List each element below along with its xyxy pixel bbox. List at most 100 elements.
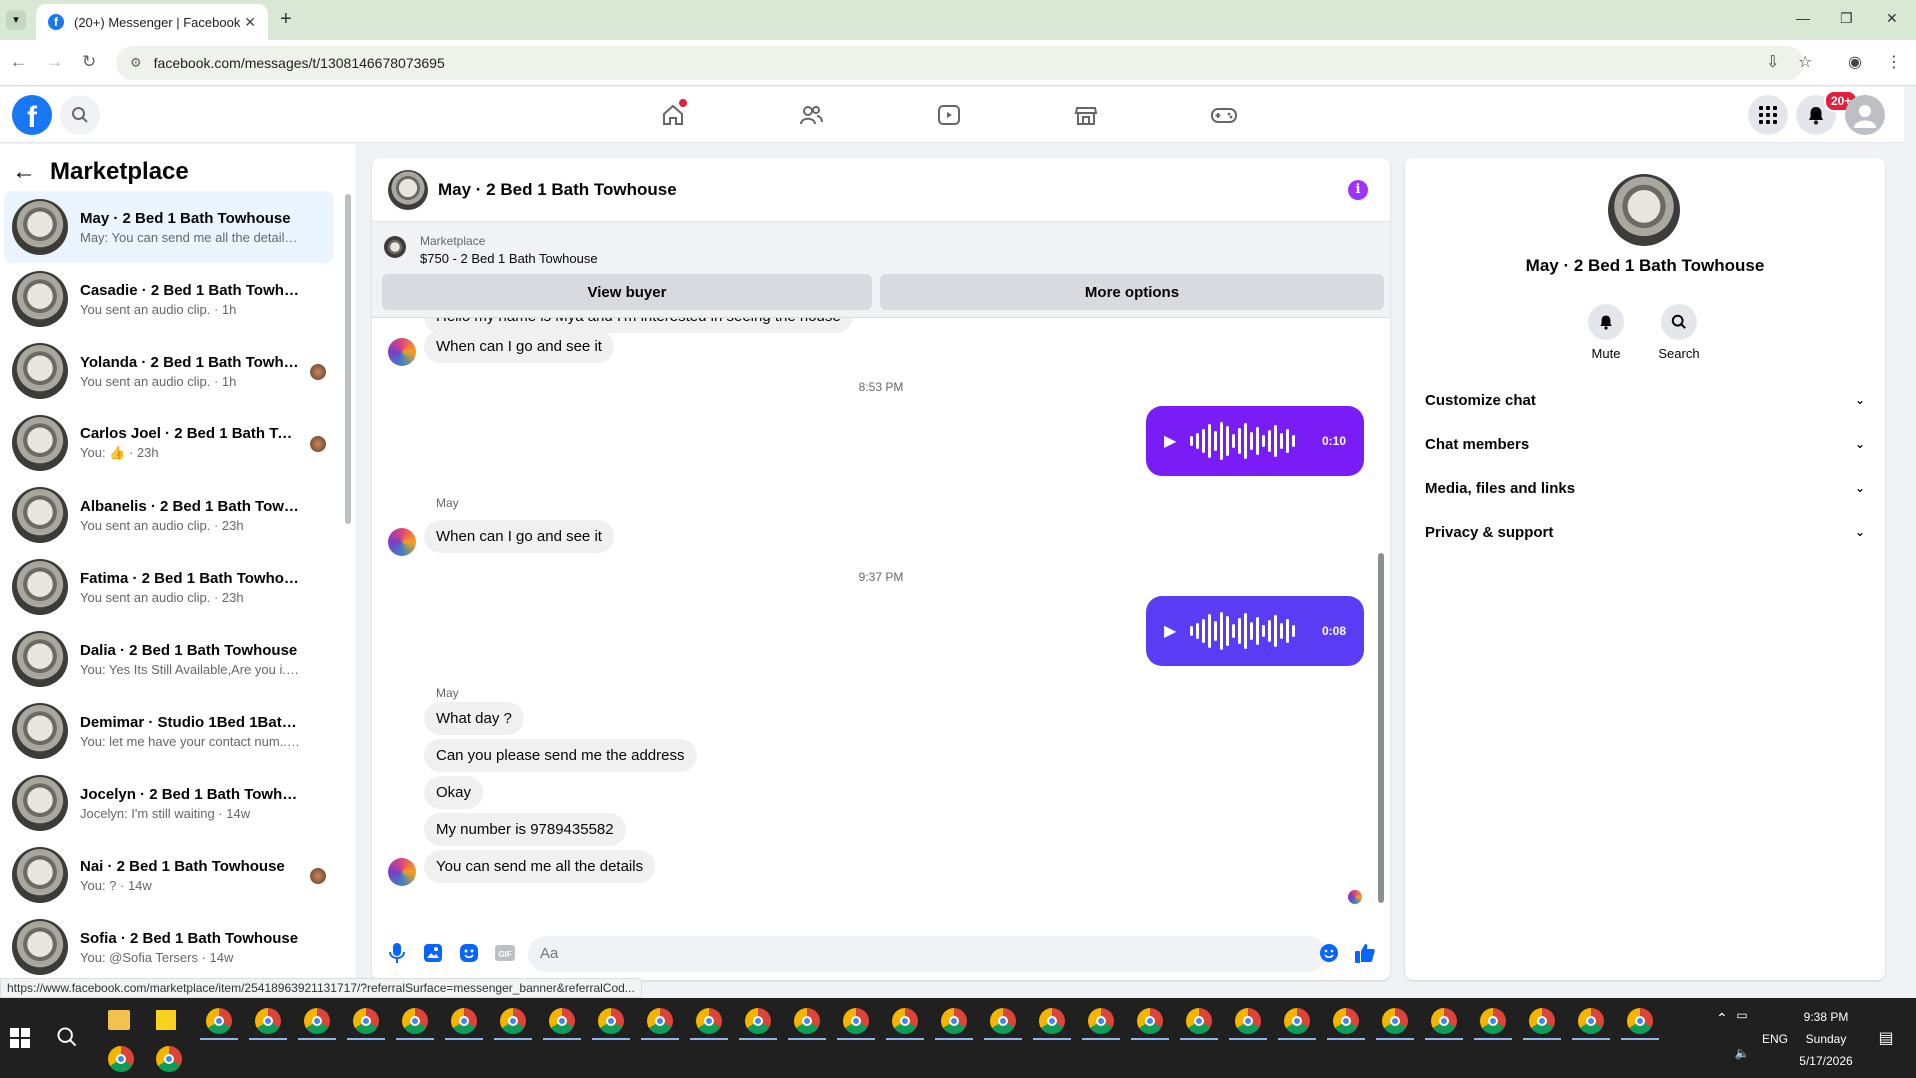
language-indicator[interactable]: ENG [1760,1032,1790,1046]
gif-icon[interactable]: GIF [494,942,516,964]
chrome-taskbar-icon[interactable] [892,1008,918,1034]
profile-icon[interactable]: ◉ [1848,52,1862,72]
conversation-item[interactable]: Jocelyn · 2 Bed 1 Bath Towhouse Jocelyn: … [4,767,334,839]
minimize-button[interactable]: — [1796,10,1810,26]
more-options-button[interactable]: More options [880,274,1384,310]
conversation-item[interactable]: Demimar · Studio 1Bed 1Bath ap... You: le… [4,695,334,767]
chat-avatar[interactable] [388,169,428,210]
message-input[interactable] [528,936,1326,972]
privacy-support-row[interactable]: Privacy & support ⌄ [1417,514,1873,550]
chrome-taskbar-icon[interactable] [1431,1008,1457,1034]
chrome-taskbar-icon[interactable] [1529,1008,1555,1034]
microphone-icon[interactable] [386,942,408,964]
conversation-item[interactable]: Yolanda · 2 Bed 1 Bath Towho... You sent … [4,335,334,407]
conversation-item[interactable]: Sofia · 2 Bed 1 Bath Towhouse You: @Sofia… [4,911,334,982]
mute-bell-icon[interactable] [1588,304,1624,340]
chrome-taskbar-icon[interactable] [255,1008,281,1034]
file-explorer-icon[interactable] [108,1010,130,1030]
sticky-notes-icon[interactable] [156,1010,176,1030]
facebook-logo[interactable]: f [12,95,52,135]
thumbs-up-icon[interactable] [1354,942,1376,964]
chrome-taskbar-icon[interactable] [1333,1008,1359,1034]
conversation-item[interactable]: Fatima · 2 Bed 1 Bath Towhouse You sent a… [4,551,334,623]
network-icon[interactable]: ▭ [1732,1008,1752,1022]
clock-time[interactable]: 9:38 PM [1796,1010,1856,1024]
bookmark-star-icon[interactable]: ☆ [1798,52,1812,72]
chrome-taskbar-icon[interactable] [402,1008,428,1034]
details-avatar[interactable] [1608,174,1680,246]
view-buyer-button[interactable]: View buyer [382,274,872,310]
sticker-icon[interactable] [458,942,480,964]
audio-message[interactable]: ▶ 0:10 [1146,406,1364,476]
new-tab-button[interactable]: + [280,8,292,31]
chrome-taskbar-icon[interactable] [206,1008,232,1034]
play-icon[interactable]: ▶ [1164,621,1176,641]
chrome-taskbar-icon[interactable] [1088,1008,1114,1034]
mute-button[interactable]: Mute [1576,304,1636,361]
tab-close-icon[interactable]: ✕ [244,14,256,31]
emoji-icon[interactable] [1318,942,1340,964]
menu-grid-icon[interactable] [1748,95,1788,135]
address-bar[interactable]: ⚙ facebook.com/messages/t/13081466780736… [116,46,1804,80]
chrome-taskbar-icon[interactable] [794,1008,820,1034]
back-button[interactable]: ← [10,52,27,72]
listing-title[interactable]: $750 - 2 Bed 1 Bath Towhouse [420,251,598,266]
conversation-item[interactable]: Albanelis · 2 Bed 1 Bath Towhouse You sen… [4,479,334,551]
chrome-taskbar-icon[interactable] [745,1008,771,1034]
chat-scrollbar-thumb[interactable] [1378,553,1384,903]
info-icon[interactable]: i [1348,180,1368,200]
chrome-taskbar-icon[interactable] [1578,1008,1604,1034]
conversation-item[interactable]: Carlos Joel · 2 Bed 1 Bath Tow... You: 👍 … [4,407,334,479]
browser-menu-icon[interactable]: ⋮ [1886,52,1902,72]
chrome-taskbar-icon[interactable] [1186,1008,1212,1034]
browser-tab[interactable]: f (20+) Messenger | Facebook ✕ [36,4,268,40]
video-icon[interactable] [933,99,965,131]
gaming-icon[interactable] [1208,99,1240,131]
marketplace-icon[interactable] [1070,99,1102,131]
sender-avatar[interactable] [388,858,416,886]
volume-icon[interactable]: 🔈 [1730,1046,1754,1060]
chat-scrollbar[interactable] [1378,328,1384,908]
search-icon[interactable] [60,95,100,135]
search-in-chat-button[interactable]: Search [1649,304,1709,361]
chrome-taskbar-icon[interactable] [1382,1008,1408,1034]
windows-start-icon[interactable] [10,1028,30,1053]
chrome-taskbar-icon[interactable] [353,1008,379,1034]
chrome-taskbar-icon[interactable] [549,1008,575,1034]
chrome-taskbar-icon[interactable] [156,1046,182,1072]
tab-search-button[interactable]: ▾ [6,10,26,30]
chrome-taskbar-icon[interactable] [1480,1008,1506,1034]
taskbar-search-icon[interactable] [56,1026,78,1053]
account-avatar[interactable] [1845,95,1885,135]
chrome-taskbar-icon[interactable] [451,1008,477,1034]
chrome-taskbar-icon[interactable] [696,1008,722,1034]
photo-icon[interactable] [422,942,444,964]
audio-message[interactable]: ▶ 0:08 [1146,596,1364,666]
chrome-taskbar-icon[interactable] [941,1008,967,1034]
reload-button[interactable]: ↻ [82,52,96,72]
back-arrow-icon[interactable]: ← [12,158,36,186]
chrome-taskbar-icon[interactable] [843,1008,869,1034]
notification-center-icon[interactable]: ▤ [1874,1028,1898,1048]
chrome-taskbar-icon[interactable] [1137,1008,1163,1034]
sender-avatar[interactable] [388,528,416,556]
customize-chat-row[interactable]: Customize chat ⌄ [1417,382,1873,418]
conversation-item[interactable]: Nai · 2 Bed 1 Bath Towhouse You: ? · 14w [4,839,334,911]
listing-thumbnail[interactable] [384,236,406,258]
chat-members-row[interactable]: Chat members ⌄ [1417,426,1873,462]
chrome-taskbar-icon[interactable] [647,1008,673,1034]
chrome-taskbar-icon[interactable] [500,1008,526,1034]
chrome-taskbar-icon[interactable] [598,1008,624,1034]
chrome-taskbar-icon[interactable] [108,1046,134,1072]
caret-up-icon[interactable]: ⌃ [1716,1010,1728,1027]
conversation-item[interactable]: Dalia · 2 Bed 1 Bath Towhouse You: Yes It… [4,623,334,695]
chrome-taskbar-icon[interactable] [1235,1008,1261,1034]
chrome-taskbar-icon[interactable] [304,1008,330,1034]
install-app-icon[interactable]: ⇩ [1766,52,1779,72]
media-files-links-row[interactable]: Media, files and links ⌄ [1417,470,1873,506]
home-icon[interactable] [657,99,689,131]
sidebar-scrollbar[interactable] [345,194,351,524]
play-icon[interactable]: ▶ [1164,431,1176,451]
search-icon[interactable] [1661,304,1697,340]
chrome-taskbar-icon[interactable] [1627,1008,1653,1034]
